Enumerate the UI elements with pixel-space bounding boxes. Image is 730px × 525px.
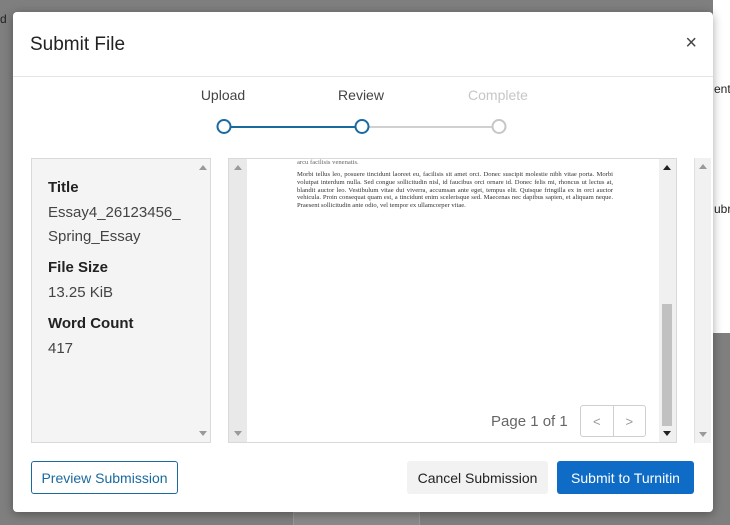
page-navigation: < > — [580, 405, 646, 437]
title-value: Essay4_26123456_ Spring_Essay — [48, 201, 181, 249]
word-count-label: Word Count — [48, 315, 134, 332]
modal-header: Submit File × — [13, 12, 713, 77]
page-indicator: Page 1 of 1 — [491, 413, 568, 430]
close-icon[interactable]: × — [685, 33, 697, 53]
title-value-line: Spring_Essay — [48, 228, 141, 245]
preview-left-scrollbar[interactable] — [229, 159, 247, 442]
file-size-value: 13.25 KiB — [48, 284, 114, 301]
right-panel-scrollbar[interactable] — [694, 158, 711, 443]
cancel-submission-button[interactable]: Cancel Submission — [407, 461, 548, 494]
modal-title: Submit File — [30, 34, 126, 55]
background-text-fragment: ent — [714, 82, 730, 96]
title-value-line: Essay4_26123456_ — [48, 204, 181, 221]
scroll-down-icon[interactable] — [199, 431, 207, 436]
scroll-up-icon[interactable] — [199, 165, 207, 170]
scrollbar-thumb[interactable] — [662, 304, 672, 426]
preview-scrollbar[interactable] — [659, 159, 676, 442]
step-complete-label: Complete — [468, 87, 528, 103]
previous-page-button[interactable]: < — [581, 406, 613, 436]
document-page: arcu facilisis venenatis. Morbi tellus l… — [247, 159, 661, 442]
background-panel-right — [713, 0, 730, 333]
title-label: Title — [48, 179, 79, 196]
background-element — [293, 512, 420, 525]
file-size-label: File Size — [48, 259, 109, 276]
step-upload-dot — [216, 119, 232, 134]
progress-stepper: Upload Review Complete — [13, 76, 713, 152]
step-review-label: Review — [338, 87, 384, 103]
step-connector-pending — [362, 126, 499, 128]
step-review-dot — [354, 119, 370, 134]
background-text-fragment: ubr — [714, 202, 730, 216]
step-upload-label: Upload — [200, 87, 246, 103]
document-preview[interactable]: arcu facilisis venenatis. Morbi tellus l… — [228, 158, 677, 443]
step-complete-dot — [491, 119, 507, 134]
scroll-up-icon[interactable] — [663, 165, 671, 170]
preview-submission-button[interactable]: Preview Submission — [31, 461, 178, 494]
scroll-down-icon[interactable] — [663, 431, 671, 436]
info-scrollbar[interactable] — [196, 159, 210, 442]
document-paragraph: Morbi tellus leo, posuere tincidunt laor… — [297, 171, 613, 210]
file-info-panel: Title Essay4_26123456_ Spring_Essay File… — [31, 158, 211, 443]
submit-file-modal: Submit File × Upload Review Complete Tit… — [13, 12, 713, 512]
document-text-fragment: arcu facilisis venenatis. — [297, 159, 359, 166]
background-text-fragment: d — [0, 12, 7, 26]
scroll-down-icon[interactable] — [699, 432, 707, 437]
next-page-button[interactable]: > — [612, 406, 646, 436]
word-count-value: 417 — [48, 340, 74, 357]
scroll-up-icon[interactable] — [699, 164, 707, 169]
scroll-up-icon[interactable] — [234, 165, 242, 170]
scroll-down-icon[interactable] — [234, 431, 242, 436]
step-connector-done — [224, 126, 362, 128]
submit-to-turnitin-button[interactable]: Submit to Turnitin — [557, 461, 694, 494]
